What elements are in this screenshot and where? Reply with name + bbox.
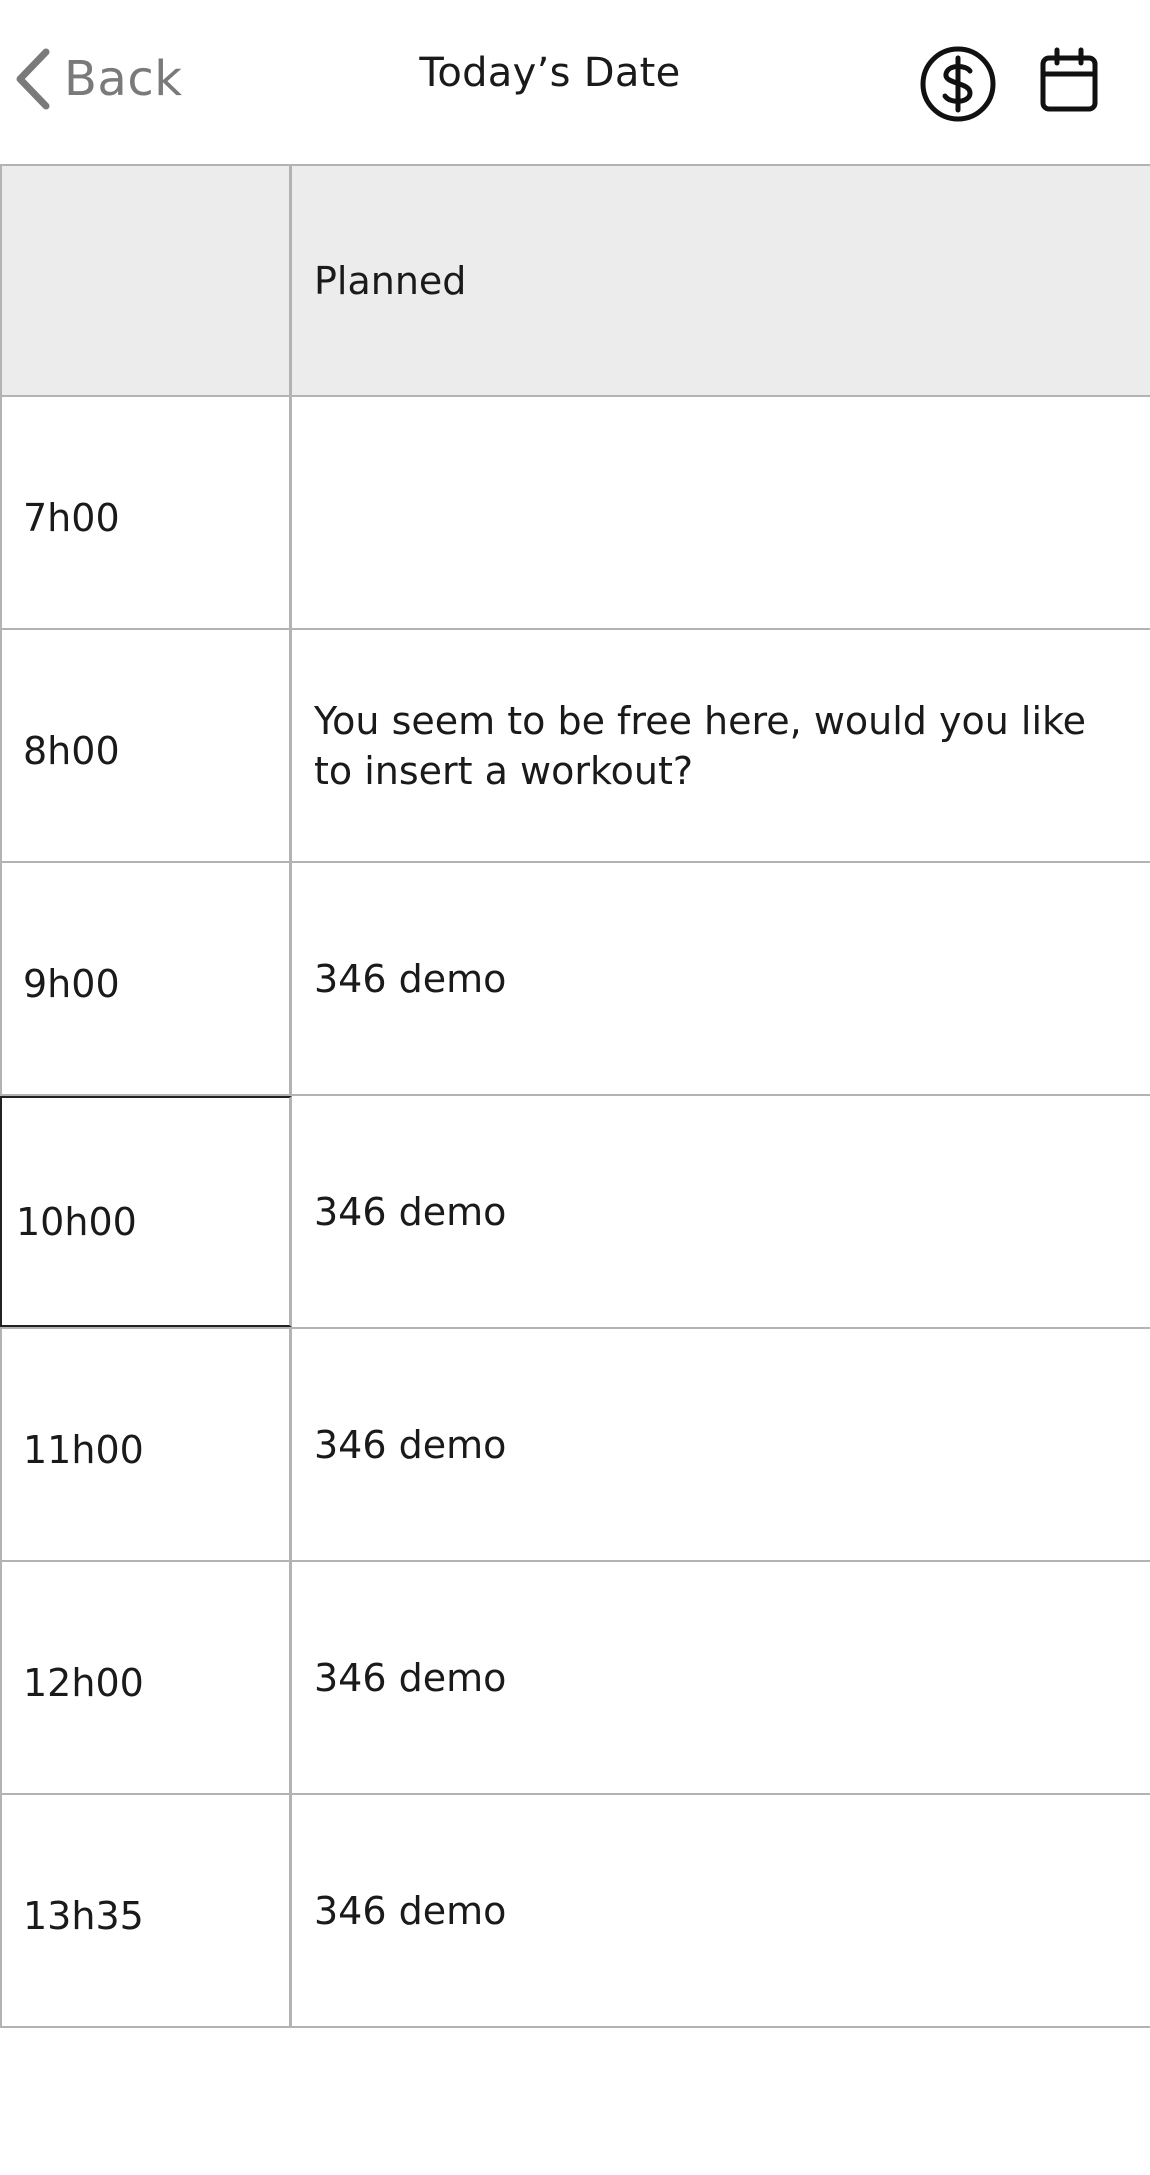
back-button[interactable]: Back xyxy=(12,44,183,114)
page-title: Today’s Date xyxy=(419,50,681,96)
table-row: 12h00 346 demo xyxy=(0,1562,1150,1795)
schedule-table: Planned 7h00 8h00 You seem to be free he… xyxy=(0,164,1150,2028)
back-label: Back xyxy=(64,51,183,107)
table-row: 9h00 346 demo xyxy=(0,863,1150,1096)
table-row: 8h00 You seem to be free here, would you… xyxy=(0,630,1150,863)
table-row: 11h00 346 demo xyxy=(0,1329,1150,1562)
time-cell[interactable]: 13h35 xyxy=(0,1795,292,2026)
table-row: 10h00 346 demo xyxy=(0,1096,1150,1329)
time-cell[interactable]: 12h00 xyxy=(0,1562,292,1793)
chevron-left-icon xyxy=(12,48,52,110)
time-cell[interactable]: 9h00 xyxy=(0,863,292,1094)
insert-workout-prompt[interactable]: You seem to be free here, would you like… xyxy=(292,630,1150,861)
planned-cell[interactable]: 346 demo xyxy=(292,1329,1150,1560)
dollar-circle-icon[interactable] xyxy=(918,44,998,128)
planned-column-header: Planned xyxy=(314,258,467,303)
time-cell-selected[interactable]: 10h00 xyxy=(0,1096,292,1327)
table-row: 7h00 xyxy=(0,397,1150,630)
time-cell[interactable]: 11h00 xyxy=(0,1329,292,1560)
time-cell[interactable]: 7h00 xyxy=(0,397,292,628)
planned-cell[interactable]: 346 demo xyxy=(292,1795,1150,2026)
table-row: 13h35 346 demo xyxy=(0,1795,1150,2028)
calendar-icon[interactable] xyxy=(1036,46,1102,120)
time-column-header xyxy=(0,166,292,395)
time-cell[interactable]: 8h00 xyxy=(0,630,292,861)
planned-cell[interactable]: 346 demo xyxy=(292,1096,1150,1327)
planned-cell[interactable] xyxy=(292,397,1150,628)
planned-cell[interactable]: 346 demo xyxy=(292,863,1150,1094)
table-header-row: Planned xyxy=(0,164,1150,397)
top-bar: Back Today’s Date xyxy=(0,0,1150,164)
planned-cell[interactable]: 346 demo xyxy=(292,1562,1150,1793)
